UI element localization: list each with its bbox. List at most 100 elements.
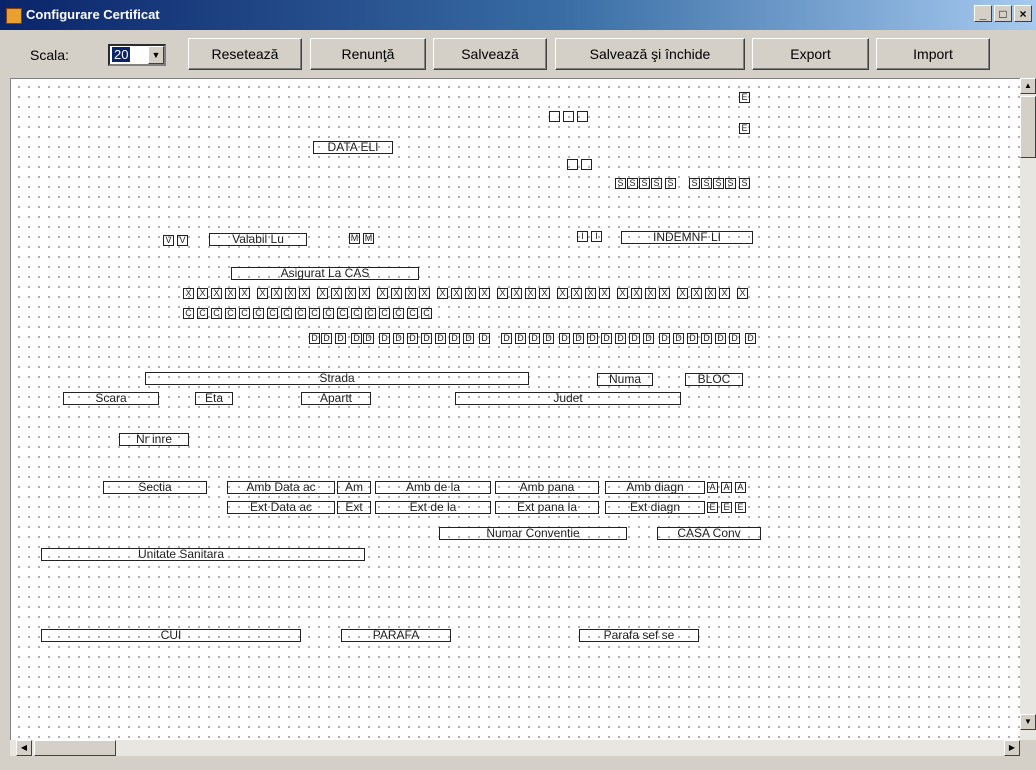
field-x[interactable]: X [691,288,702,299]
field-strada[interactable]: Strada [145,372,529,385]
field-sq[interactable] [577,111,588,122]
field-e-2[interactable]: E [739,123,750,134]
field-m[interactable]: M [363,233,374,244]
field-s[interactable]: S [627,178,638,189]
field-i[interactable]: I [577,231,588,242]
field-d[interactable]: D [351,333,362,344]
field-x[interactable]: X [183,288,194,299]
field-x[interactable]: X [737,288,748,299]
field-d[interactable]: D [335,333,346,344]
field-x[interactable]: X [359,288,370,299]
field-e[interactable]: E [707,502,718,513]
field-c[interactable]: C [267,308,278,319]
field-s[interactable]: S [639,178,650,189]
field-ext-pana[interactable]: Ext pana la [495,501,599,514]
field-amb-de-la[interactable]: Amb de la [375,481,491,494]
field-x[interactable]: X [705,288,716,299]
field-x[interactable]: X [391,288,402,299]
field-x[interactable]: X [451,288,462,299]
field-x[interactable]: X [285,288,296,299]
field-x[interactable]: X [585,288,596,299]
field-s[interactable]: S [739,178,750,189]
field-x[interactable]: X [617,288,628,299]
vertical-scroll-thumb[interactable] [1020,96,1036,158]
field-c[interactable]: C [309,308,320,319]
field-indemn[interactable]: INDEMNF LI [621,231,753,244]
field-d[interactable]: D [501,333,512,344]
field-d[interactable]: D [479,333,490,344]
field-i[interactable]: I [591,231,602,242]
field-numar-conventie[interactable]: Numar Conventie [439,527,627,540]
field-d[interactable]: D [587,333,598,344]
field-s[interactable]: S [651,178,662,189]
field-c[interactable]: C [225,308,236,319]
field-d[interactable]: D [687,333,698,344]
field-s[interactable]: S [615,178,626,189]
field-x[interactable]: X [479,288,490,299]
field-d[interactable]: D [643,333,654,344]
field-e[interactable]: E [721,502,732,513]
field-x[interactable]: X [197,288,208,299]
field-c[interactable]: C [323,308,334,319]
field-c[interactable]: C [337,308,348,319]
field-d[interactable]: D [659,333,670,344]
field-x[interactable]: X [719,288,730,299]
field-x[interactable]: X [571,288,582,299]
field-x[interactable]: X [211,288,222,299]
export-button[interactable]: Export [752,38,869,70]
field-a[interactable]: A [735,482,746,493]
field-sq[interactable] [567,159,578,170]
field-numar[interactable]: Numa [597,373,653,386]
scale-select[interactable]: 20 ▼ [108,44,166,66]
field-d[interactable]: D [673,333,684,344]
field-nr-inre[interactable]: Nr inre [119,433,189,446]
field-d[interactable]: D [615,333,626,344]
field-d[interactable]: D [559,333,570,344]
field-d[interactable]: D [449,333,460,344]
field-casa-conv[interactable]: CASA Conv [657,527,761,540]
scroll-left-icon[interactable]: ◀ [16,740,32,756]
save-button[interactable]: Salvează [433,38,547,70]
field-valabil-lu[interactable]: Valabil Lu [209,233,307,246]
field-parafa-sef[interactable]: Parafa sef se [579,629,699,642]
save-close-button[interactable]: Salvează şi închide [555,38,745,70]
import-button[interactable]: Import [876,38,990,70]
field-x[interactable]: X [659,288,670,299]
scroll-up-icon[interactable]: ▲ [1020,78,1036,94]
field-scara[interactable]: Scara [63,392,159,405]
field-judet[interactable]: Judet [455,392,681,405]
horizontal-scrollbar[interactable]: ◀ ▶ [10,740,1020,756]
field-ext-de-la[interactable]: Ext de la [375,501,491,514]
field-v[interactable]: V [177,235,188,246]
field-m[interactable]: M [349,233,360,244]
field-c[interactable]: C [211,308,222,319]
field-c[interactable]: C [197,308,208,319]
field-bloc[interactable]: BLOC [685,373,743,386]
field-sq[interactable] [563,111,574,122]
field-x[interactable]: X [437,288,448,299]
field-x[interactable]: X [257,288,268,299]
field-x[interactable]: X [539,288,550,299]
field-c[interactable]: C [421,308,432,319]
field-c[interactable]: C [239,308,250,319]
field-x[interactable]: X [631,288,642,299]
field-d[interactable]: D [745,333,756,344]
maximize-button[interactable]: □ [994,5,1012,22]
field-x[interactable]: X [497,288,508,299]
field-apartament[interactable]: Apartt [301,392,371,405]
field-d[interactable]: D [435,333,446,344]
field-x[interactable]: X [511,288,522,299]
field-etaj[interactable]: Eta [195,392,233,405]
field-v[interactable]: V [163,235,174,246]
field-c[interactable]: C [365,308,376,319]
field-x[interactable]: X [271,288,282,299]
field-x[interactable]: X [345,288,356,299]
field-x[interactable]: X [317,288,328,299]
field-x[interactable]: X [557,288,568,299]
chevron-down-icon[interactable]: ▼ [148,46,164,64]
field-asigurat[interactable]: Asigurat La CAS [231,267,419,280]
field-x[interactable]: X [239,288,250,299]
field-amb-diagn[interactable]: Amb diagn [605,481,705,494]
field-amb-short[interactable]: Am [337,481,371,494]
field-d[interactable]: D [573,333,584,344]
